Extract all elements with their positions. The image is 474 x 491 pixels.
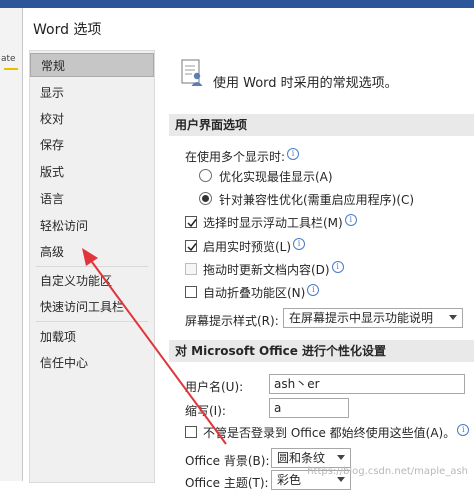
annotation-arrow (82, 248, 227, 445)
watermark-text: https://blog.csdn.net/maple_ash (307, 466, 468, 477)
